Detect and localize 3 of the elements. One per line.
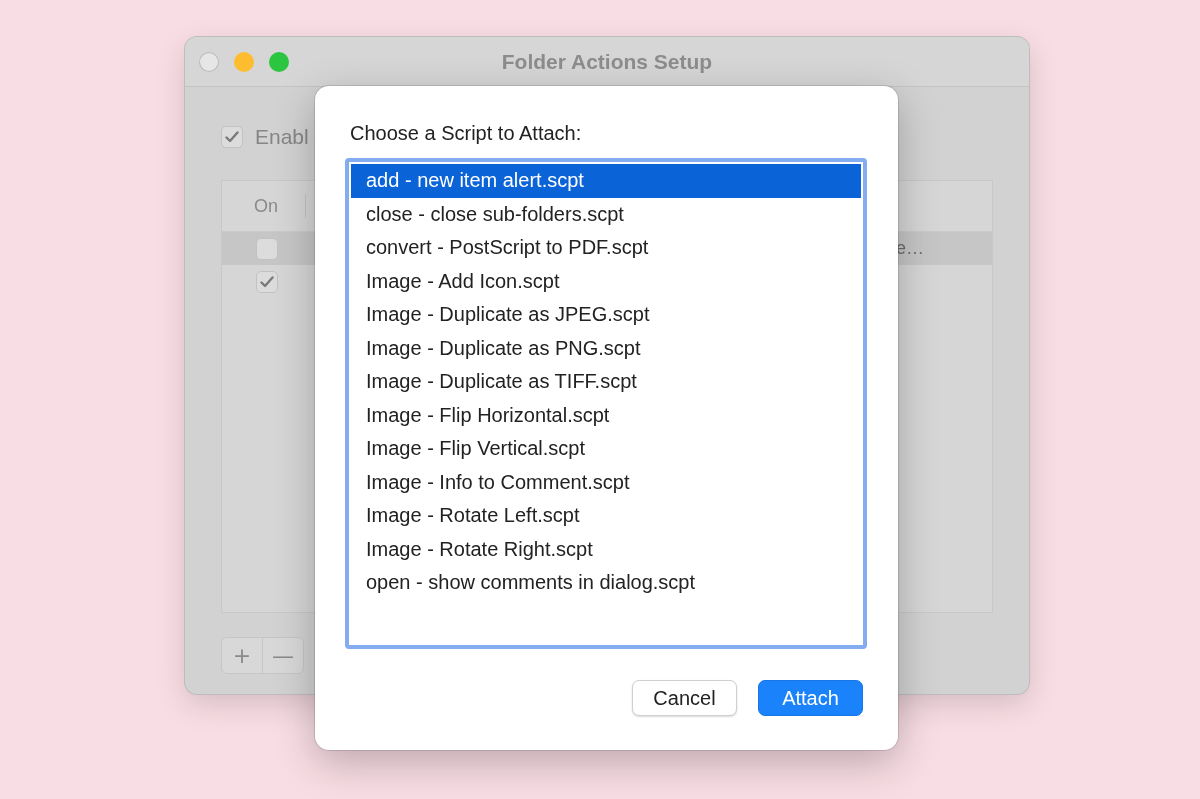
checkbox-label: Enabl xyxy=(255,125,309,149)
dialog-prompt: Choose a Script to Attach: xyxy=(349,122,583,146)
window-title: Folder Actions Setup xyxy=(501,49,713,73)
